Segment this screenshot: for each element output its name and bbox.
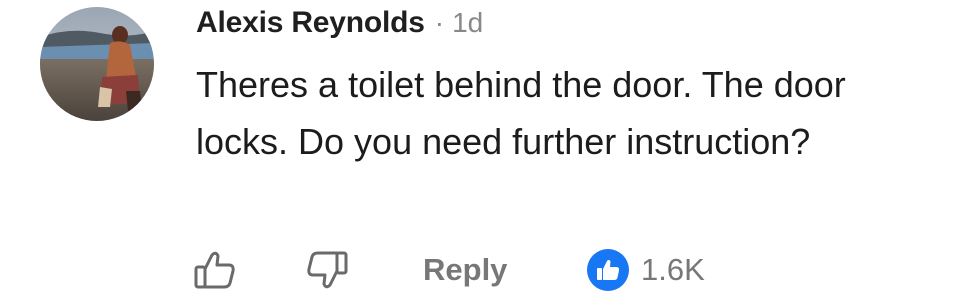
avatar-image	[40, 7, 154, 121]
comment-text: Theres a toilet behind the door. The doo…	[196, 64, 846, 162]
thumbs-down-icon	[307, 251, 348, 289]
comment: Alexis Reynolds · 1d Theres a toilet beh…	[0, 0, 980, 302]
thumbs-up-filled-icon	[597, 259, 620, 280]
comment-meta: Alexis Reynolds · 1d	[196, 6, 956, 48]
comment-body: Alexis Reynolds · 1d Theres a toilet beh…	[196, 6, 956, 170]
timestamp[interactable]: 1d	[452, 7, 483, 39]
like-button[interactable]	[192, 244, 238, 296]
like-reaction-icon	[587, 249, 629, 291]
author-name[interactable]: Alexis Reynolds	[196, 6, 425, 40]
reaction-count: 1.6K	[641, 252, 705, 287]
reply-button[interactable]: Reply	[423, 244, 507, 296]
meta-separator: ·	[434, 7, 445, 38]
dislike-button[interactable]	[304, 244, 350, 296]
comment-actions: Reply 1.6K	[190, 244, 950, 296]
thumbs-up-icon	[194, 251, 235, 289]
avatar[interactable]	[40, 7, 154, 121]
reactions-summary[interactable]: 1.6K	[587, 244, 705, 296]
